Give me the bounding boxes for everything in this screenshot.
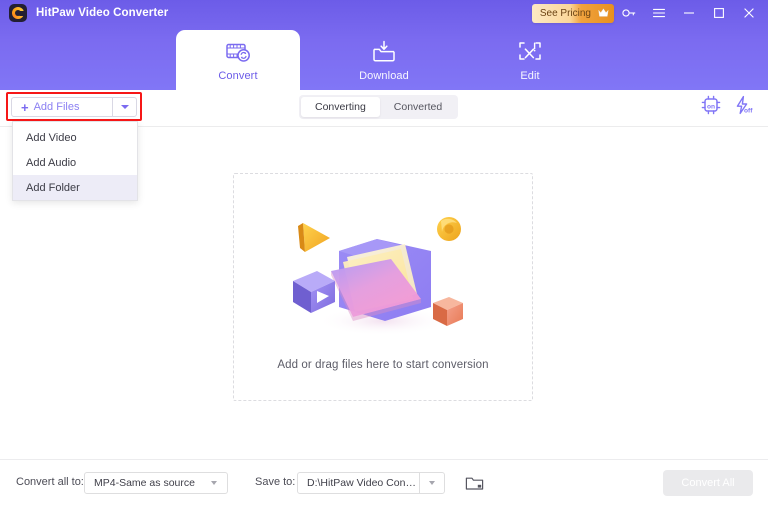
chevron-down-icon	[120, 105, 129, 109]
output-format-select[interactable]: MP4-Same as source	[84, 472, 228, 494]
app-title: HitPaw Video Converter	[36, 7, 169, 19]
convert-all-label: Convert All	[681, 477, 735, 489]
convert-all-button[interactable]: Convert All	[663, 470, 753, 496]
svg-text:off: off	[744, 108, 753, 115]
save-path-select[interactable]: D:\HitPaw Video Conve...	[297, 472, 445, 494]
segment-converted[interactable]: Converted	[380, 97, 456, 117]
dropzone-hint-text: Add or drag files here to start conversi…	[277, 359, 489, 371]
file-dropzone[interactable]: Add or drag files here to start conversi…	[233, 173, 533, 401]
key-icon[interactable]	[614, 0, 644, 26]
plus-icon: +	[21, 99, 29, 115]
convert-all-to-label: Convert all to:	[16, 476, 84, 488]
tab-convert[interactable]: Convert	[176, 30, 300, 90]
folder-download-icon	[371, 38, 397, 66]
menu-item-add-audio[interactable]: Add Audio	[13, 150, 137, 175]
minimize-icon[interactable]	[674, 0, 704, 26]
add-files-button[interactable]: + Add Files	[11, 97, 137, 117]
add-files-label: Add Files	[33, 101, 80, 113]
tab-download[interactable]: Download	[322, 30, 446, 90]
menu-item-add-folder[interactable]: Add Folder	[13, 175, 137, 200]
folder-3d-illustration	[293, 217, 463, 336]
app-header: HitPaw Video Converter See Pricing Conve…	[0, 0, 768, 90]
menu-item-add-folder-label: Add Folder	[26, 181, 80, 194]
crown-icon	[597, 7, 610, 19]
save-path-chevron-down-icon	[419, 473, 444, 493]
see-pricing-label: See Pricing	[539, 7, 591, 19]
tab-edit[interactable]: Edit	[468, 30, 592, 90]
tab-convert-label: Convert	[218, 70, 258, 82]
svg-text:on: on	[707, 103, 715, 110]
main-tabs: Convert Download Edit	[0, 26, 768, 90]
segment-converting[interactable]: Converting	[301, 97, 380, 117]
close-icon[interactable]	[734, 0, 764, 26]
segment-converted-label: Converted	[393, 101, 443, 113]
see-pricing-button[interactable]: See Pricing	[531, 3, 614, 23]
menu-item-add-audio-label: Add Audio	[26, 156, 77, 169]
hardware-acceleration-icon[interactable]: on	[700, 94, 722, 116]
menu-icon[interactable]	[644, 0, 674, 26]
hitpaw-logo-icon	[9, 4, 27, 22]
output-format-value: MP4-Same as source	[94, 477, 195, 489]
status-filter-segmented-control: Converting Converted	[299, 95, 459, 119]
tab-download-label: Download	[359, 70, 409, 82]
segment-converting-label: Converting	[315, 101, 366, 113]
title-bar: HitPaw Video Converter See Pricing	[0, 0, 768, 26]
format-chevron-down-icon	[201, 473, 227, 493]
save-path-value: D:\HitPaw Video Conve...	[307, 477, 420, 489]
add-files-dropdown-toggle[interactable]	[112, 98, 136, 116]
lightning-speed-icon[interactable]: off	[732, 94, 754, 116]
open-folder-icon[interactable]	[463, 472, 485, 494]
maximize-icon[interactable]	[704, 0, 734, 26]
bottom-bar: Convert all to: MP4-Same as source Save …	[0, 459, 768, 505]
tab-edit-label: Edit	[520, 70, 540, 82]
menu-item-add-video-label: Add Video	[26, 131, 77, 144]
add-files-dropdown-menu: Add Video Add Audio Add Folder	[12, 121, 138, 201]
toolbar-tools: on off	[700, 94, 754, 116]
app-window: HitPaw Video Converter See Pricing Conve…	[0, 0, 768, 505]
save-to-label: Save to:	[255, 476, 296, 488]
film-convert-icon	[225, 38, 252, 66]
edit-screen-icon	[517, 38, 543, 66]
menu-item-add-video[interactable]: Add Video	[13, 125, 137, 150]
title-bar-controls: See Pricing	[531, 0, 768, 26]
